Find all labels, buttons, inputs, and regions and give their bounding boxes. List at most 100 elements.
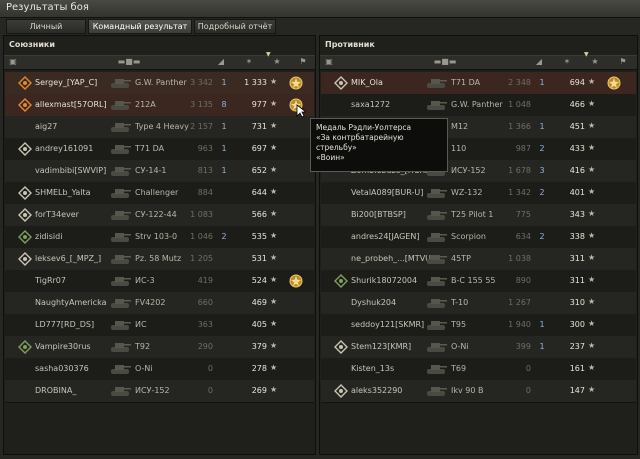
kills-column-icon[interactable]: ✶ [242,57,256,66]
tank-column-icon[interactable]: ▬■▬ [430,57,460,66]
kills-value: 1 [221,122,227,131]
damage-value: 775 [515,210,531,219]
player-row[interactable]: Shurik18072004 B-C 155 55 890 311 ★ [321,270,636,293]
star-icon: ★ [588,363,596,372]
xp-value: 531 [251,254,267,263]
star-icon: ★ [270,341,278,350]
star-icon: ★ [588,77,596,86]
xp-value: 1 333 [244,78,267,87]
player-row[interactable]: ne_probeh_...[MTVU] 45TP 1 038 311 ★ [321,248,636,271]
kills-value: 1 [221,144,227,153]
xp-value: 343 [569,210,585,219]
medal-icon[interactable] [288,75,304,91]
tank-name: T92 [135,342,151,351]
player-row[interactable]: aleks352290 Ikv 90 B 0 147 ★ [321,380,636,403]
player-row[interactable]: Bi200[BTBSP] T25 Pilot 1 775 343 ★ [321,204,636,227]
damage-column-icon[interactable]: ◢ [214,57,228,66]
damage-column-icon[interactable]: ◢ [532,57,546,66]
damage-value: 0 [525,364,531,373]
squad-icon[interactable]: ▣ [322,57,336,66]
player-row[interactable]: DROBINA_ ИСУ-152 0 269 ★ [5,380,314,403]
star-icon: ★ [270,121,278,130]
damage-value: 813 [197,166,213,175]
player-row[interactable]: sasha030376 O-Ni 0 278 ★ [5,358,314,381]
tab-personal-result[interactable]: Личный результат [6,19,86,44]
player-name: leksev6_[_MPZ_] [35,254,102,263]
player-name: Shurik18072004 [351,276,418,285]
player-row[interactable]: SHMELb_Yalta Challenger 884 644 ★ [5,182,314,205]
player-row[interactable]: saxa1272 G.W. Panther 1 048 466 ★ [321,94,636,117]
player-row[interactable]: aig27 Type 4 Heavy 2 157 1 731 ★ [5,116,314,139]
xp-value: 161 [569,364,585,373]
medal-icon[interactable] [288,273,304,289]
tank-name: Type 4 Heavy [135,122,189,131]
player-row[interactable]: Stem123[KMR] O-Ni 399 1 237 ★ [321,336,636,359]
player-row[interactable]: vadimbibi[SWVIP] СУ-14-1 813 1 652 ★ [5,160,314,183]
damage-value: 3 342 [190,78,213,87]
enemies-column-header: ▣ ▬■▬ ◢ ✶ ★ ▼ ⚑ [320,51,637,70]
damage-value: 1 038 [508,254,531,263]
tank-name: O-Ni [135,364,153,373]
star-icon: ★ [588,187,596,196]
vehicle-icon [18,208,32,222]
tab-team-result[interactable]: Командный результат [88,19,192,34]
player-name: aleks352290 [351,386,403,395]
player-row[interactable]: TigRr07 ИС-3 419 524 ★ [5,270,314,293]
xp-value: 405 [251,320,267,329]
tab-detailed-report[interactable]: Подробный отчёт [194,19,276,34]
player-name: Stem123[KMR] [351,342,412,351]
player-row[interactable]: seddoy121[SKMR] T95 1 940 1 300 ★ [321,314,636,337]
player-row[interactable]: zidisidi Strv 103-0 1 046 2 535 ★ [5,226,314,249]
player-row[interactable]: NaughtyAmericka FV4202 660 469 ★ [5,292,314,315]
star-icon: ★ [588,231,596,240]
player-row[interactable]: Vampire30rus T92 290 379 ★ [5,336,314,359]
xp-value: 379 [251,342,267,351]
player-name: ne_probeh_...[MTVU] [351,254,435,263]
tank-icon [427,277,447,286]
battle-results-window: Результаты боя Личный результат Командны… [0,0,640,459]
player-row[interactable]: allexmast[57ORL] 212A 3 135 8 977 ★ [5,94,314,117]
tank-icon [427,101,447,110]
tank-icon [427,233,447,242]
kills-value: 8 [221,100,227,109]
xp-column-icon[interactable]: ★ ▼ [266,51,284,66]
medal-column-icon[interactable]: ⚑ [296,57,310,66]
xp-value: 535 [251,232,267,241]
damage-value: 1 048 [508,100,531,109]
player-row[interactable]: Dyshuk204 T-10 1 267 310 ★ [321,292,636,315]
player-name: TigRr07 [35,276,66,285]
vehicle-icon [18,186,32,200]
player-name: VetalA089[BUR-U] [351,188,424,197]
kills-column-icon[interactable]: ✶ [560,57,574,66]
player-row[interactable]: andrey161091 T71 DA 963 1 697 ★ [5,138,314,161]
kills-value: 1 [221,166,227,175]
star-icon: ★ [588,297,596,306]
star-icon: ★ [588,209,596,218]
tank-column-icon[interactable]: ▬■▬ [114,57,144,66]
xp-value: 524 [251,276,267,285]
player-row[interactable]: LD777[RD_DS] ИС 363 405 ★ [5,314,314,337]
player-name: seddoy121[SKMR] [351,320,425,329]
tank-icon [111,387,131,396]
squad-icon[interactable]: ▣ [6,57,20,66]
star-icon: ★ [588,341,596,350]
xp-column-icon[interactable]: ★ ▼ [584,51,602,66]
medal-icon[interactable] [606,75,622,91]
medal-column-icon[interactable]: ⚑ [616,57,630,66]
player-row[interactable]: andres24[JAGEN] Scorpion 634 2 338 ★ [321,226,636,249]
kills-value: 2 [221,232,227,241]
player-row[interactable]: leksev6_[_MPZ_] Pz. 58 Mutz 1 205 531 ★ [5,248,314,271]
player-row[interactable]: Sergey_[YAP_C] G.W. Panther 3 342 1 1 333 ★ [5,72,314,95]
player-name: Kisten_13s [351,364,395,373]
star-icon: ★ [270,187,278,196]
player-row[interactable]: Kisten_13s T69 0 161 ★ [321,358,636,381]
tank-name: 45TP [451,254,471,263]
damage-value: 363 [197,320,213,329]
player-row[interactable]: forT34ever СУ-122-44 1 083 566 ★ [5,204,314,227]
tooltip-line-2: «За контрбатарейную стрельбу» [316,133,404,152]
tank-name: FV4202 [135,298,166,307]
player-row[interactable]: VetalA089[BUR-U] WZ-132 1 342 2 401 ★ [321,182,636,205]
damage-value: 1 940 [508,320,531,329]
enemies-title: Противник [325,40,375,49]
player-row[interactable]: MIK_Ola T71 DA 2 348 1 694 ★ [321,72,636,95]
